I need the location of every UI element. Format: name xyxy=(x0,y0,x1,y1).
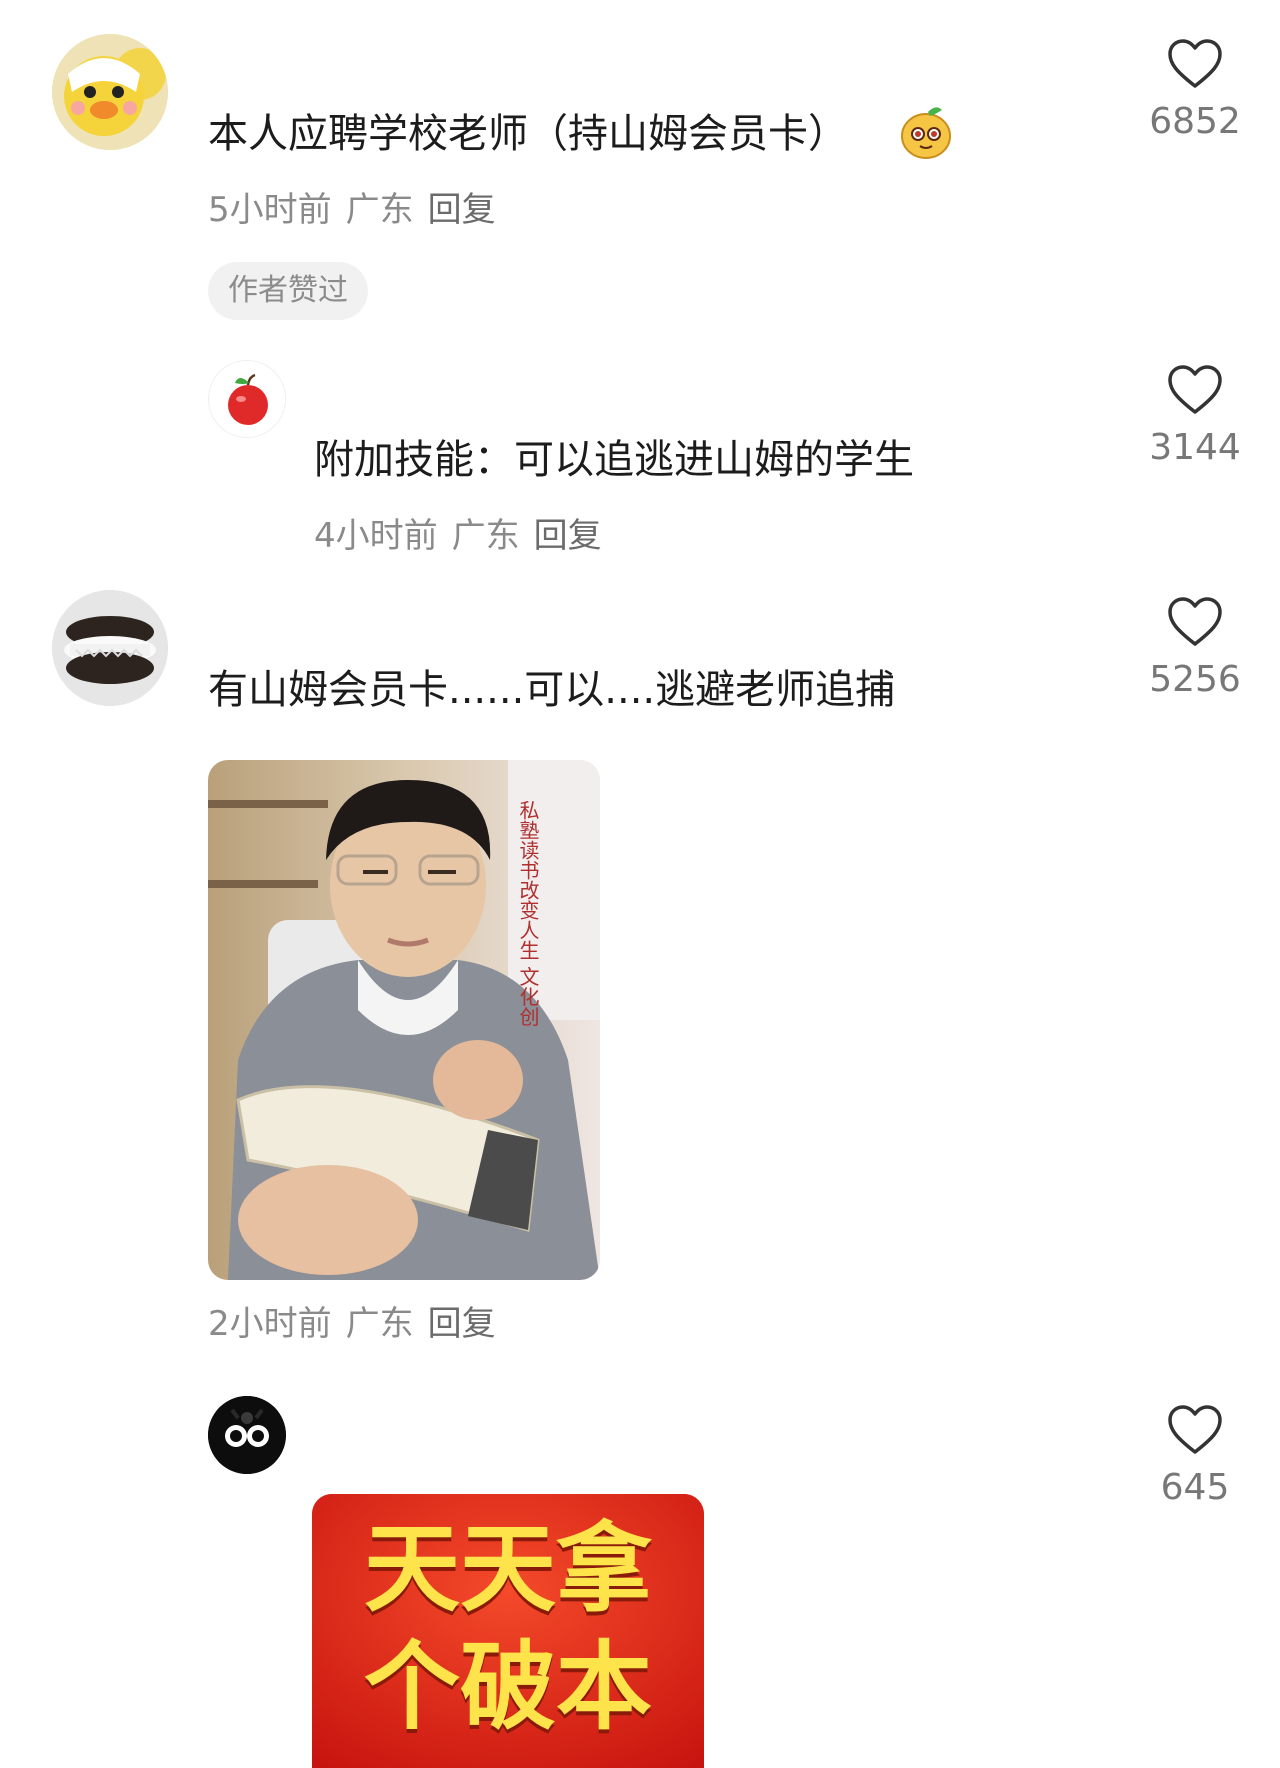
heart-icon[interactable] xyxy=(1167,1404,1223,1456)
user-avatar[interactable] xyxy=(208,360,286,438)
like-button[interactable]: 5256 xyxy=(1120,596,1270,702)
comment-time: 2小时前 xyxy=(208,1304,332,1344)
heart-icon[interactable] xyxy=(1167,596,1223,648)
apple-avatar-icon xyxy=(209,361,285,437)
comment-time: 5小时前 xyxy=(208,190,332,230)
user-avatar[interactable] xyxy=(208,1396,286,1474)
like-button[interactable]: 645 xyxy=(1120,1404,1270,1510)
comment-meta: 4小时前 广东 回复 xyxy=(314,514,602,558)
comment-time: 4小时前 xyxy=(314,516,438,556)
comment-text: 本人应聘学校老师（持山姆会员卡） xyxy=(208,108,848,160)
like-count: 645 xyxy=(1160,1467,1230,1508)
comment-text-content: 本人应聘学校老师（持山姆会员卡） xyxy=(208,111,848,157)
black-cat-avatar-icon xyxy=(208,1396,286,1474)
comment-location: 广东 xyxy=(345,1304,414,1344)
comment-image[interactable]: 私塾读书改变人生 文化创 xyxy=(208,760,600,1280)
man-writing-notebook-photo-icon: 私塾读书改变人生 文化创 xyxy=(208,760,600,1280)
comment-meta: 5小时前 广东 回复 xyxy=(208,188,496,232)
reply-button[interactable]: 回复 xyxy=(428,190,496,230)
sticker-text-line-2: 个破本 xyxy=(364,1631,652,1743)
sticker-image[interactable]: 天天拿 个破本 xyxy=(312,1494,704,1768)
yellow-duck-avatar-icon xyxy=(52,34,168,150)
like-count: 6852 xyxy=(1149,101,1241,142)
comment-meta: 2小时前 广东 回复 xyxy=(208,1302,496,1346)
author-liked-badge: 作者赞过 xyxy=(208,262,368,320)
heart-icon[interactable] xyxy=(1167,38,1223,90)
like-button[interactable]: 3144 xyxy=(1120,364,1270,470)
comment-location: 广东 xyxy=(451,516,520,556)
user-avatar[interactable] xyxy=(52,34,168,150)
user-avatar[interactable] xyxy=(52,590,168,706)
like-button[interactable]: 6852 xyxy=(1120,38,1270,144)
mango-emoji-icon xyxy=(898,104,954,160)
sticker-text-line-1: 天天拿 xyxy=(364,1513,652,1625)
comment-text: 附加技能：可以追逃进山姆的学生 xyxy=(314,437,914,483)
like-count: 5256 xyxy=(1149,659,1241,700)
like-count: 3144 xyxy=(1149,427,1241,468)
reply-button[interactable]: 回复 xyxy=(428,1304,496,1344)
wall-calligraphy: 私塾读书改变人生 文化创 xyxy=(516,800,540,1027)
comment-location: 广东 xyxy=(345,190,414,230)
comment-text: 有山姆会员卡......可以....逃避老师追捕 xyxy=(208,667,896,713)
oreo-avatar-icon xyxy=(52,590,168,706)
heart-icon[interactable] xyxy=(1167,364,1223,416)
reply-button[interactable]: 回复 xyxy=(534,516,602,556)
